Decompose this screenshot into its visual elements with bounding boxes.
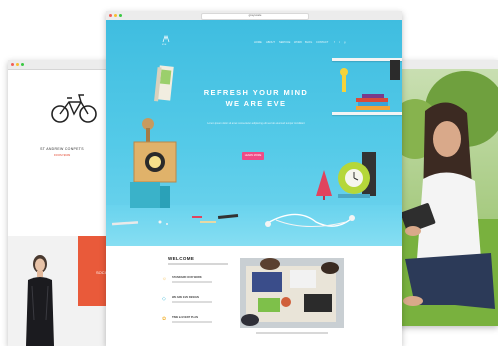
lightbulb-icon: ☼: [162, 276, 167, 282]
shelf-decor: [340, 60, 400, 110]
bicycle-icon: [51, 94, 97, 123]
minimize-dot-icon[interactable]: [16, 63, 19, 66]
feature-text-line: [172, 301, 212, 303]
clock-prop: [338, 152, 376, 198]
feature-title: TIME & EVENT PLAN: [172, 316, 198, 319]
hero-headline-1: REFRESH YOUR MIND: [203, 88, 309, 97]
nav-about[interactable]: ABOUT: [266, 41, 275, 44]
close-dot-icon[interactable]: [109, 14, 112, 17]
hero-section: EVE HOME ABOUT SERVICE WORK BLOG CONTACT…: [106, 20, 402, 246]
woman-with-tablet-photo: [395, 69, 498, 326]
cta-label: LEARN MORE: [244, 154, 262, 157]
main-browser-window: grayscale EVE HOME ABOUT SERVICE WORK BL…: [106, 11, 402, 346]
welcome-section: WELCOME ☼ STANDARD OUR WORK ◇ WE ARE EVE…: [106, 246, 402, 346]
left-browser-window: ST ANDREW CONPETS FROM $999 SOCI: [8, 60, 116, 346]
welcome-subline: [168, 263, 228, 265]
nav-contact[interactable]: CONTACT: [316, 41, 328, 44]
book-prop: [154, 65, 174, 102]
address-bar[interactable]: grayscale: [201, 13, 309, 20]
diamond-icon: ◇: [162, 296, 166, 302]
hero-subtext: Lorem ipsum dolor sit amet consectetur a…: [207, 122, 305, 125]
feature-title: STANDARD OUR WORK: [172, 276, 202, 279]
google-plus-icon[interactable]: g: [344, 41, 345, 44]
team-desk-photo: [240, 258, 344, 328]
model-photo: [26, 255, 54, 346]
nav-service[interactable]: SERVICE: [279, 41, 290, 44]
browser-chrome: [8, 60, 116, 70]
feature-title: WE ARE EVE DESIGN: [172, 296, 199, 299]
nav-work[interactable]: WORK: [294, 41, 302, 44]
ribbon-icon: ✿: [162, 316, 167, 322]
close-dot-icon[interactable]: [11, 63, 14, 66]
address-text: grayscale: [248, 13, 262, 17]
welcome-title: WELCOME: [168, 256, 195, 261]
product-title[interactable]: ST ANDREW CONPETS: [8, 147, 116, 151]
right-browser-window: [395, 60, 498, 326]
desk-items: [111, 213, 355, 228]
product-price: FROM $999: [53, 153, 71, 157]
wall-shelf-bottom: [332, 112, 402, 115]
brand-logo-icon[interactable]: [162, 35, 170, 43]
brand-name: EVE: [162, 44, 167, 46]
twitter-icon[interactable]: t: [339, 41, 340, 44]
nav-blog[interactable]: BLOG: [305, 41, 312, 44]
photo-caption-line: [256, 332, 328, 334]
feature-text-line: [172, 281, 212, 283]
feature-text-line: [172, 321, 212, 323]
maximize-dot-icon[interactable]: [119, 14, 122, 17]
promo-text: SOCI: [96, 270, 106, 275]
minimize-dot-icon[interactable]: [114, 14, 117, 17]
learn-more-button[interactable]: LEARN MORE: [242, 152, 264, 160]
hero-headline-2: WE ARE EVE: [225, 99, 287, 108]
maximize-dot-icon[interactable]: [21, 63, 24, 66]
nav-home[interactable]: HOME: [254, 41, 262, 44]
facebook-icon[interactable]: f: [334, 41, 335, 44]
